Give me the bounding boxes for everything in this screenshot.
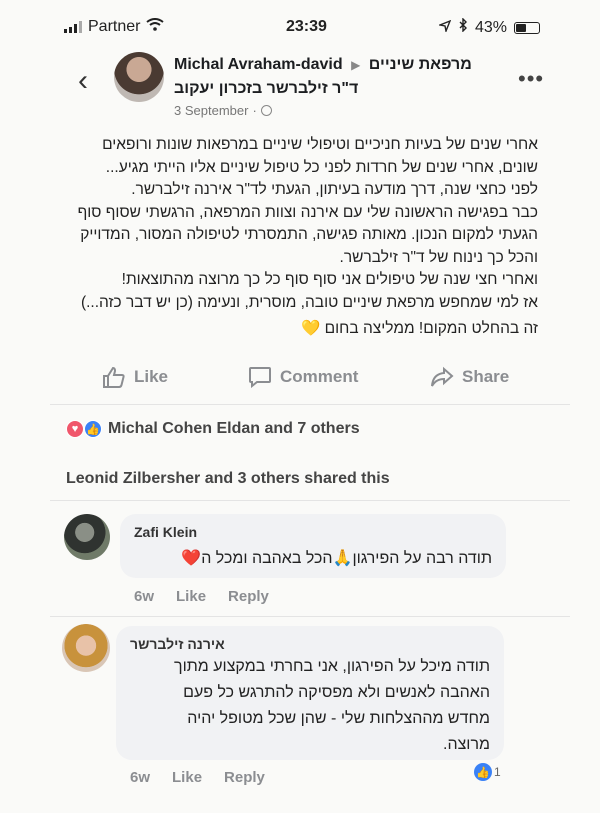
post-author-line: Michal Avraham-david ▶ מרפאת שיניים [174,56,472,74]
comment-reply-button[interactable]: Reply [228,588,269,605]
post-line: שונים, אחרי שנים של חרדות לפני כל טיפול … [105,158,538,176]
yellow-heart-icon: 💛 [301,320,321,337]
clock: 23:39 [286,18,327,35]
comment-meta: 6w Like Reply [130,769,265,786]
comment-button[interactable]: Comment [248,366,358,388]
comment-meta: 6w Like Reply [134,588,269,605]
carrier-info: Partner [64,18,165,36]
comment-text: תודה רבה על הפירגון🙏הכל באהבה ומכל ה❤️ [181,550,492,567]
comment-icon [249,367,271,388]
shares-summary[interactable]: Leonid Zilbersher and 3 others shared th… [66,470,390,488]
comment-line: מרוצה. [443,736,490,753]
share-label: Share [462,367,510,386]
comment-bubble: אירנה זילברשר תודה מיכל על הפירגון, אני … [116,626,504,760]
bluetooth-icon [458,17,468,37]
page-name-full[interactable]: ד"ר זילברשר בזכרון יעקוב [174,80,358,98]
author-name[interactable]: Michal Avraham-david [174,56,343,73]
divider [50,500,570,501]
post-line-last: זה בהחלט המקום! ממליצה בחום 💛 [62,318,538,341]
comment-bubble: Zafi Klein תודה רבה על הפירגון🙏הכל באהבה… [120,514,506,578]
post-meta: 3 September · [174,103,272,118]
comment-line: מחדש מההצלחות שלי - שהן שכל מטופל יהיה [187,710,490,727]
comment-reply-button[interactable]: Reply [224,769,265,786]
author-avatar[interactable] [114,52,164,102]
location-icon [437,19,452,37]
back-button[interactable]: ‹ [78,64,88,98]
divider [50,616,570,617]
like-count: 1 [494,765,501,779]
share-button[interactable]: Share [430,366,509,388]
comment-like-count[interactable]: 👍 1 [474,763,501,781]
comment-line: האהבה לאנשים ולא מפסיקה להתרגש כל פעם [183,684,490,701]
comment-time[interactable]: 6w [134,588,154,605]
comment-like-button[interactable]: Like [176,588,206,605]
status-bar: Partner 23:39 43% [0,14,600,42]
reactions-summary[interactable]: ♥ 👍 Michal Cohen Eldan and 7 others [66,420,360,438]
thumbs-up-icon [103,366,125,388]
post-line: כבר בפגישה הראשונה שלי עם אירנה וצוות המ… [77,203,538,221]
arrow-right-icon: ▶ [351,58,361,72]
post-body: אחרי שנים של בעיות חניכיים וטיפולי שיניי… [62,134,538,341]
post-line: והכל כך נינוח של ד"ר זילברשר. [339,248,538,266]
post-line: אחרי שנים של בעיות חניכיים וטיפולי שיניי… [102,136,538,153]
divider [50,404,570,405]
commenter-name[interactable]: Zafi Klein [134,524,492,540]
wifi-icon [146,18,165,36]
battery-icon [514,21,540,34]
globe-icon [260,105,272,116]
post-actions: Like Comment Share [0,366,600,398]
more-options-button[interactable]: ••• [518,66,544,92]
comment-time[interactable]: 6w [130,769,150,786]
commenter-avatar[interactable] [62,624,110,672]
carrier-name: Partner [88,18,141,35]
post-date[interactable]: 3 September [174,103,248,118]
comment-text: תודה מיכל על הפירגון, אני בחרתי במקצוע מ… [130,654,490,758]
like-label: Like [134,367,169,386]
page-name[interactable]: מרפאת שיניים [369,56,472,73]
commenter-name[interactable]: אירנה זילברשר [130,636,490,652]
like-reaction-icon: 👍 [474,763,492,781]
battery-percent: 43% [474,18,507,36]
post-line: אז למי שמחפש מרפאת שיניים טובה, מוסרית, … [80,293,538,311]
post-line: הגעתי למקום הנכון. מאותה פגישה, התמסרתי … [80,226,538,243]
comment-label: Comment [280,367,359,386]
post-line: זה בהחלט המקום! ממליצה בחום [324,320,538,337]
love-reaction-icon: ♥ [66,420,84,438]
like-reaction-icon: 👍 [84,420,102,438]
post-line: ואחרי חצי שנה של טיפולים אני סוף סוף כל … [121,271,538,288]
signal-icon [64,21,82,33]
comment-line: תודה מיכל על הפירגון, אני בחרתי במקצוע מ… [174,658,490,675]
comment-like-button[interactable]: Like [172,769,202,786]
post-line: לפני כחצי שנה, דרך מודעה בעיתון, הגעתי ל… [131,181,538,198]
status-icons: 43% [437,17,540,37]
like-button[interactable]: Like [102,366,168,388]
share-icon [431,366,454,387]
reactions-text: Michal Cohen Eldan and 7 others [108,420,360,437]
commenter-avatar[interactable] [64,514,110,560]
